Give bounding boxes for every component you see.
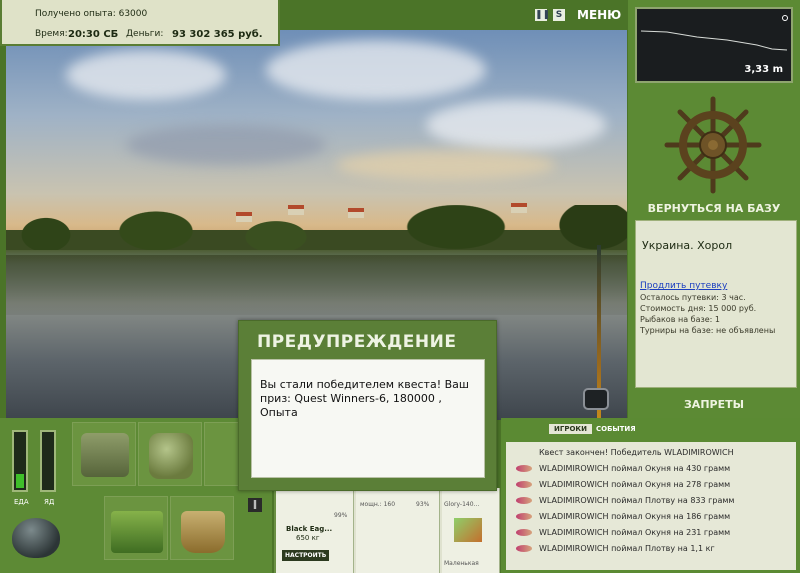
tab-events[interactable]: СОБЫТИЯ — [596, 425, 636, 433]
money-value: 93 302 365 руб. — [172, 29, 263, 40]
events-tabs: ИГРОКИ СОБЫТИЯ — [549, 424, 636, 434]
bucket-slot[interactable] — [170, 496, 234, 560]
bag-icon — [149, 433, 193, 479]
reel-condition: 93% — [416, 501, 430, 508]
shoreline-trees — [6, 205, 627, 250]
game-screen: Получено опыта: 63000 Время: 20:30 СБ Де… — [0, 0, 800, 573]
ship-wheel-icon[interactable] — [663, 95, 763, 195]
list-item: WLADIMIROWICH поймал Окуня на 186 грамм — [506, 510, 796, 524]
line-name: Glory-140... — [444, 501, 480, 508]
base-info-panel: Украина. Хорол Продлить путевку Осталось… — [635, 220, 797, 388]
warning-dialog[interactable]: ПРЕДУПРЕЖДЕНИЕ Вы стали победителем квес… — [238, 320, 497, 491]
reel-card[interactable]: мощн.: 160 93% — [356, 488, 440, 573]
inventory-panel: ЕДА ЯД ‖ — [0, 418, 272, 573]
extend-permit-link[interactable]: Продлить путевку — [640, 281, 727, 291]
bait-icon — [454, 518, 482, 542]
player-info-panel: Получено опыта: 63000 Время: 20:30 СБ Де… — [0, 0, 280, 46]
day-cost: Стоимость дня: 15 000 руб. — [640, 304, 757, 313]
tab-players[interactable]: ИГРОКИ — [549, 424, 592, 434]
dialog-title: ПРЕДУПРЕЖДЕНИЕ — [257, 332, 457, 352]
rod-weight: 650 кг — [296, 534, 320, 542]
rod-card[interactable]: 99% Black Eag... 650 кг НАСТРОИТЬ — [276, 488, 354, 573]
permit-remaining: Осталось путевки: 3 час. — [640, 293, 746, 302]
water-reflection — [6, 255, 627, 315]
time-label: Время: — [35, 29, 68, 39]
pause-icon[interactable]: ❚❚ — [535, 9, 550, 21]
poison-label: ЯД — [44, 498, 55, 506]
food-label: ЕДА — [14, 498, 29, 506]
tackle-box-icon — [81, 433, 129, 477]
tournaments-status: Турниры на базе: не объявлены — [640, 326, 776, 335]
fish-icon — [516, 465, 532, 472]
list-item: WLADIMIROWICH поймал Окуня на 231 грамм — [506, 526, 796, 540]
events-list: Квест закончен! Победитель WLADIMIROWICH… — [506, 442, 796, 570]
experience-text: Получено опыта: 63000 — [35, 9, 148, 19]
fish-icon — [516, 481, 532, 488]
fishers-count: Рыбаков на базе: 1 — [640, 315, 720, 324]
reel-power: мощн.: 160 — [360, 501, 396, 508]
money-label: Деньги: — [126, 29, 164, 39]
fish-icon — [516, 529, 532, 536]
sound-icon[interactable]: S — [553, 9, 565, 21]
bans-button[interactable]: ЗАПРЕТЫ — [628, 398, 800, 411]
setup-button[interactable]: НАСТРОИТЬ — [282, 550, 330, 561]
fish-icon — [516, 497, 532, 504]
dialog-message: Вы стали победителем квеста! Ваш приз: Q… — [251, 359, 485, 478]
rod-name: Black Eag... — [286, 525, 333, 533]
bucket-icon — [181, 511, 225, 553]
time-value: 20:30 СБ — [68, 29, 119, 40]
bag-slot[interactable] — [138, 422, 202, 486]
rod-condition: 99% — [334, 512, 348, 519]
menu-button[interactable]: МЕНЮ — [577, 8, 621, 22]
return-to-base-button[interactable]: ВЕРНУТЬСЯ НА БАЗУ — [628, 202, 800, 215]
list-item: WLADIMIROWICH поймал Окуня на 278 грамм — [506, 478, 796, 492]
list-item: WLADIMIROWICH поймал Плотву на 1,1 кг — [506, 542, 796, 556]
tackle-box-slot[interactable] — [72, 422, 136, 486]
list-item: WLADIMIROWICH поймал Окуня на 430 грамм — [506, 462, 796, 476]
fish-icon — [516, 545, 532, 552]
depth-value: 3,33 m — [744, 64, 783, 75]
events-panel: ИГРОКИ СОБЫТИЯ Квест закончен! Победител… — [501, 418, 800, 573]
line-card[interactable]: Glory-140... Маленькая — [442, 488, 500, 573]
list-item: WLADIMIROWICH поймал Плотву на 833 грамм — [506, 494, 796, 508]
rod-panel: 99% Black Eag... 650 кг НАСТРОИТЬ мощн.:… — [274, 488, 500, 573]
scroll-button[interactable]: ‖ — [248, 498, 262, 512]
cauldron-icon[interactable] — [12, 518, 60, 558]
list-item: Квест закончен! Победитель WLADIMIROWICH — [539, 448, 734, 457]
basket-icon — [111, 511, 163, 553]
top-controls: ❚❚ S МЕНЮ — [535, 8, 621, 22]
bait-name: Маленькая — [444, 560, 479, 567]
basket-slot[interactable] — [104, 496, 168, 560]
fish-icon — [516, 513, 532, 520]
depth-meter: 3,33 m — [635, 7, 793, 83]
food-bar — [12, 430, 28, 492]
poison-bar — [40, 430, 56, 492]
fishing-reel[interactable] — [583, 388, 609, 410]
location-name: Украина. Хорол — [642, 239, 733, 252]
